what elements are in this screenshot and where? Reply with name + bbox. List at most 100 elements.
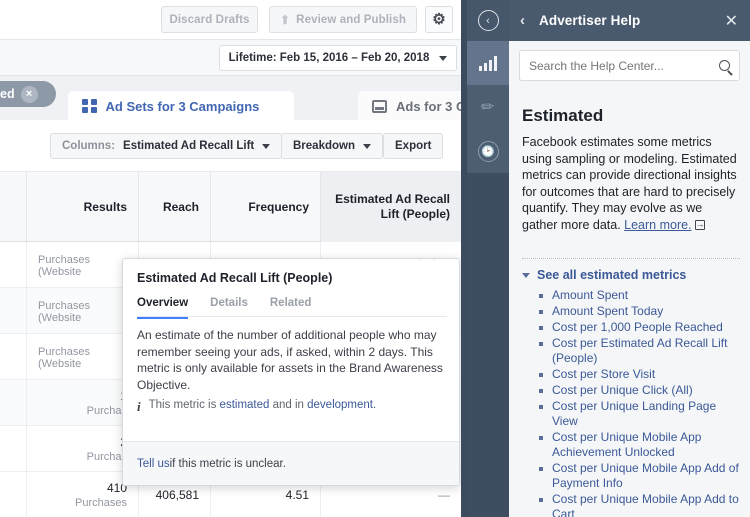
- date-range-label: Lifetime: Feb 15, 2016 – Feb 20, 2018: [228, 52, 430, 64]
- tooltip-title: Estimated Ad Recall Lift (People): [137, 271, 333, 285]
- help-search-box[interactable]: [519, 50, 740, 81]
- metric-label: Cost per Unique Mobile App Achievement U…: [552, 430, 702, 459]
- export-label: Export: [395, 140, 432, 152]
- help-divider: [522, 258, 740, 259]
- list-item[interactable]: Cost per 1,000 People Reached: [539, 320, 744, 335]
- discard-drafts-button[interactable]: Discard Drafts: [161, 6, 258, 33]
- discard-drafts-label: Discard Drafts: [169, 13, 250, 26]
- chevron-left-circle-icon: ‹: [477, 10, 499, 31]
- help-article-paragraph: Facebook estimates some metrics using sa…: [522, 134, 740, 233]
- external-link-icon: [694, 216, 705, 232]
- chevron-down-icon: [439, 55, 448, 61]
- table-header: Results Reach Frequency Estimated Ad Rec…: [0, 172, 461, 242]
- column-header-reach[interactable]: Reach: [138, 172, 210, 242]
- search-icon[interactable]: [719, 60, 730, 71]
- breakdown-label: Breakdown: [293, 140, 355, 152]
- rail-filler: [467, 173, 509, 517]
- cell-results-sub: Purchases (Website: [38, 254, 90, 278]
- help-icon-rail: ‹ ✏ 🕑: [467, 0, 509, 517]
- bar-chart-icon[interactable]: [467, 41, 509, 85]
- tooltip-arrow-icon: [419, 259, 435, 260]
- estimated-link[interactable]: estimated: [220, 399, 270, 411]
- list-item[interactable]: Amount Spent: [539, 288, 744, 303]
- cell-reach-value: 406,581: [155, 488, 199, 502]
- settings-button[interactable]: ⚙: [425, 6, 453, 33]
- cell-earl-value: —: [438, 488, 450, 502]
- list-item[interactable]: Cost per Store Visit: [539, 367, 744, 382]
- metric-label: Cost per Store Visit: [552, 367, 656, 381]
- metric-label: Cost per Estimated Ad Recall Lift (Peopl…: [552, 336, 728, 365]
- list-item[interactable]: Cost per Unique Click (All): [539, 383, 744, 398]
- breakdown-selector[interactable]: Breakdown: [281, 133, 383, 159]
- tab-ads[interactable]: Ads for 3 C: [358, 91, 461, 121]
- row-padding: [0, 426, 26, 472]
- list-item[interactable]: Cost per Unique Landing Page View: [539, 399, 744, 429]
- columns-value-label: Estimated Ad Recall Lift: [123, 140, 255, 152]
- review-and-publish-button[interactable]: ⬆ Review and Publish: [269, 6, 417, 33]
- ad-card-icon: [372, 99, 387, 113]
- review-and-publish-label: Review and Publish: [296, 13, 406, 26]
- column-header-results[interactable]: Results: [26, 172, 138, 242]
- row-padding: [0, 288, 26, 334]
- list-item[interactable]: Amount Spent Today: [539, 304, 744, 319]
- learn-more-link[interactable]: Learn more.: [624, 218, 691, 232]
- chevron-down-icon: [262, 143, 271, 149]
- see-all-estimated-metrics-toggle[interactable]: See all estimated metrics: [522, 268, 686, 282]
- help-panel-header: ‹ Advertiser Help ✕: [509, 0, 750, 41]
- cell-results-sub: Purchas: [86, 451, 127, 463]
- column-header-results-label: Results: [83, 199, 127, 214]
- list-item[interactable]: Cost per Unique Mobile App Achievement U…: [539, 430, 744, 460]
- close-icon[interactable]: ×: [20, 85, 38, 103]
- tell-us-link[interactable]: Tell us: [137, 458, 170, 470]
- column-header-estimated-ad-recall-lift[interactable]: Estimated Ad Recall Lift (People): [320, 172, 461, 242]
- columns-prefix-label: Columns:: [62, 140, 116, 152]
- grid-icon: [82, 98, 97, 114]
- list-item[interactable]: Cost per Unique Mobile App Add of Paymen…: [539, 461, 744, 491]
- chevron-down-icon: [522, 272, 530, 278]
- advertiser-help-panel: ‹ Advertiser Help ✕ Estimated Facebook e…: [509, 0, 750, 517]
- column-header-earl-label: Estimated Ad Recall Lift (People): [335, 192, 450, 221]
- back-icon[interactable]: ‹: [520, 12, 525, 29]
- list-item[interactable]: Cost per Estimated Ad Recall Lift (Peopl…: [539, 336, 744, 366]
- date-row: Lifetime: Feb 15, 2016 – Feb 20, 2018: [0, 40, 461, 76]
- tooltip-divider: [137, 316, 447, 317]
- note-prefix: This metric is: [148, 399, 220, 411]
- clock-icon[interactable]: 🕑: [467, 129, 509, 173]
- close-icon[interactable]: ✕: [725, 11, 738, 31]
- collapse-left-icon[interactable]: ‹: [467, 0, 509, 41]
- metric-label: Cost per Unique Mobile App Add of Paymen…: [552, 461, 739, 490]
- table-controls: Columns: Estimated Ad Recall Lift Breakd…: [0, 120, 461, 172]
- filter-chip[interactable]: ed ×: [0, 81, 56, 107]
- help-panel-title: Advertiser Help: [539, 13, 641, 28]
- info-icon: i: [137, 399, 141, 414]
- filter-chip-label: ed: [0, 87, 15, 101]
- row-padding: [0, 334, 26, 380]
- upload-arrow-icon: ⬆: [280, 12, 291, 27]
- list-item[interactable]: Cost per Unique Mobile App Add to Cart: [539, 492, 744, 517]
- column-header-reach-label: Reach: [162, 199, 199, 214]
- search-input[interactable]: [529, 58, 709, 73]
- date-range-selector[interactable]: Lifetime: Feb 15, 2016 – Feb 20, 2018: [219, 45, 457, 71]
- metric-tooltip-popover: Estimated Ad Recall Lift (People) Overvi…: [122, 258, 460, 486]
- tab-ad-sets[interactable]: Ad Sets for 3 Campaigns: [68, 91, 294, 121]
- row-padding: [0, 242, 26, 288]
- columns-selector[interactable]: Columns: Estimated Ad Recall Lift: [50, 133, 283, 159]
- tab-ad-sets-label: Ad Sets for 3 Campaigns: [105, 98, 260, 114]
- pencil-glyph: ✏: [480, 98, 496, 117]
- export-button[interactable]: Export: [383, 133, 444, 159]
- clock-glyph: 🕑: [477, 140, 499, 162]
- cell-results-sub: Purchases (Website: [38, 346, 90, 370]
- pencil-icon[interactable]: ✏: [467, 85, 509, 129]
- top-toolbar: Discard Drafts ⬆ Review and Publish ⚙: [0, 0, 461, 40]
- metric-label: Amount Spent: [552, 288, 629, 302]
- bar-chart-glyph: [479, 55, 497, 71]
- column-header-frequency[interactable]: Frequency: [210, 172, 320, 242]
- development-link[interactable]: development: [307, 399, 373, 411]
- ads-manager-main: Discard Drafts ⬆ Review and Publish ⚙ Li…: [0, 0, 461, 517]
- tooltip-note-text: This metric is estimated and in developm…: [149, 399, 377, 411]
- metric-label: Cost per Unique Landing Page View: [552, 399, 717, 428]
- screen: Discard Drafts ⬆ Review and Publish ⚙ Li…: [0, 0, 750, 517]
- chevron-down-icon: [363, 143, 371, 149]
- help-article-heading: Estimated: [522, 106, 604, 125]
- table-header-spacer: [0, 172, 26, 242]
